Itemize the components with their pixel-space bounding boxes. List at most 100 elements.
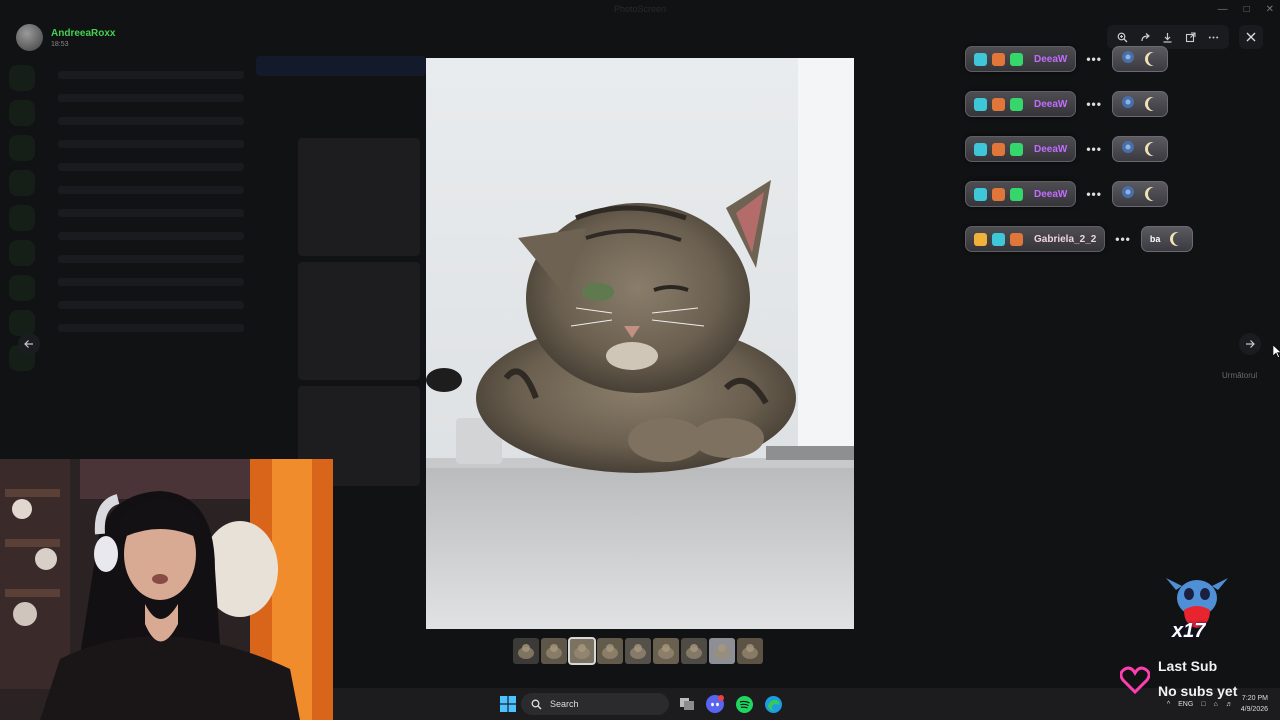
network-icon[interactable]: □ — [1201, 701, 1205, 708]
arrow-right-icon — [1246, 340, 1255, 348]
last-sub-title: Last Sub — [1158, 658, 1218, 674]
chat-badge-icon — [974, 142, 987, 156]
chat-message-pill — [1111, 91, 1168, 117]
thumbnail-strip — [513, 637, 763, 665]
search-icon — [531, 699, 542, 709]
thumbnail[interactable] — [541, 638, 567, 664]
thumbnail[interactable] — [681, 638, 707, 664]
emote-icon — [1121, 95, 1135, 114]
chat-user-pill: DeeaW — [965, 91, 1077, 117]
heart-icon — [1120, 666, 1150, 694]
chat-badge-icon — [974, 232, 987, 246]
chat-message-pill — [1111, 136, 1168, 162]
channel-list — [46, 56, 256, 456]
chat-message-pill — [1111, 181, 1168, 207]
open-external-icon[interactable] — [1183, 29, 1199, 45]
chat-badge-icon — [974, 52, 987, 66]
previous-image-button[interactable] — [18, 333, 40, 355]
chat-message-pill: ba — [1140, 226, 1194, 252]
edge-browser-icon[interactable] — [763, 694, 783, 714]
windows-start-icon[interactable] — [498, 694, 518, 714]
next-tooltip: Următorul — [1222, 371, 1258, 380]
volume-icon[interactable]: ♬ — [1226, 701, 1233, 708]
chat-badge-icon — [992, 142, 1005, 156]
next-image-button[interactable] — [1239, 333, 1261, 355]
minimize-icon[interactable]: — — [1218, 4, 1228, 15]
server-list — [0, 56, 44, 456]
download-icon[interactable] — [1160, 29, 1176, 45]
chat-message-row: DeeaW ••• — [965, 91, 1168, 117]
emote-icon — [1121, 185, 1135, 204]
chat-separator-dots: ••• — [1086, 187, 1102, 201]
chat-badge-icon — [992, 97, 1005, 111]
chat-badge-icon — [992, 232, 1005, 246]
chat-badge-icon — [1010, 187, 1023, 201]
avatar — [16, 24, 43, 51]
close-icon — [1246, 32, 1256, 42]
chat-message-pill — [1111, 46, 1168, 72]
close-viewer-button[interactable] — [1239, 25, 1263, 49]
chat-user-pill: Gabriela_2_2 — [965, 226, 1106, 252]
arrow-left-icon — [24, 340, 33, 348]
chat-badge-icon — [1010, 52, 1023, 66]
chat-username: Gabriela_2_2 — [1034, 233, 1097, 245]
search-placeholder: Search — [550, 699, 579, 709]
clock-time: 7:20 PM — [1241, 695, 1268, 702]
forward-icon[interactable] — [1137, 29, 1153, 45]
upload-timestamp: 18:53 — [51, 40, 69, 48]
clock[interactable]: 7:20 PM 4/9/2026 — [1241, 693, 1268, 715]
thumbnail[interactable] — [653, 638, 679, 664]
maximize-icon[interactable]: □ — [1244, 4, 1250, 15]
window-close-icon[interactable]: ✕ — [1266, 4, 1274, 15]
chat-message-row: DeeaW ••• — [965, 181, 1168, 207]
sub-count: x17 — [1172, 620, 1206, 642]
main-image[interactable] — [426, 58, 854, 629]
thumbnail[interactable] — [709, 638, 735, 664]
thumbnail[interactable] — [597, 638, 623, 664]
chat-message-row: DeeaW ••• — [965, 46, 1168, 72]
spotify-icon[interactable] — [734, 694, 754, 714]
discord-icon[interactable] — [705, 694, 725, 714]
chat-badge-icon — [1010, 232, 1023, 246]
moon-icon — [1148, 52, 1162, 66]
chat-badge-icon — [1010, 97, 1023, 111]
more-icon[interactable] — [1206, 29, 1222, 45]
screen: AndreeaRoxx 18:53 PhotoScreen — □ ✕ Urmă… — [0, 0, 1280, 720]
chat-separator-dots: ••• — [1086, 97, 1102, 111]
language-indicator[interactable]: ENG — [1178, 701, 1193, 708]
wifi-icon[interactable]: ⌂ — [1214, 701, 1218, 708]
last-sub-widget: x17 Last Sub No subs yet — [1118, 576, 1280, 699]
moon-icon — [1148, 97, 1162, 111]
chat-user-pill: DeeaW — [965, 46, 1077, 72]
chat-message-row: DeeaW ••• — [965, 136, 1168, 162]
clock-date: 4/9/2026 — [1240, 706, 1268, 713]
zoom-in-icon[interactable] — [1114, 29, 1130, 45]
chat-badge-icon — [992, 187, 1005, 201]
chat-username: DeeaW — [1034, 143, 1068, 155]
chat-username: DeeaW — [1034, 98, 1068, 110]
moon-icon — [1173, 232, 1187, 246]
chevron-up-icon[interactable]: ^ — [1167, 701, 1170, 708]
taskbar-search[interactable]: Search — [521, 693, 669, 715]
webcam-feed — [0, 459, 333, 720]
chat-username: DeeaW — [1034, 53, 1068, 65]
uploader-name[interactable]: AndreeaRoxx — [51, 28, 115, 39]
moon-icon — [1148, 142, 1162, 156]
chat-badge-icon — [974, 97, 987, 111]
window-title: PhotoScreen — [613, 4, 667, 14]
thumbnail[interactable] — [737, 638, 763, 664]
chat-user-pill: DeeaW — [965, 136, 1077, 162]
task-view-icon[interactable] — [677, 694, 697, 714]
moon-icon — [1148, 187, 1162, 201]
thumbnail[interactable] — [568, 637, 596, 665]
chat-badge-icon — [992, 52, 1005, 66]
thumbnail[interactable] — [625, 638, 651, 664]
chat-separator-dots: ••• — [1086, 142, 1102, 156]
chat-badge-icon — [1010, 142, 1023, 156]
chat-user-pill: DeeaW — [965, 181, 1077, 207]
uploader-info: AndreeaRoxx 18:53 — [16, 24, 115, 51]
last-sub-value: No subs yet — [1158, 683, 1238, 699]
thumbnail[interactable] — [513, 638, 539, 664]
chat-message-text: ba — [1149, 234, 1161, 244]
emote-icon — [1121, 50, 1135, 69]
